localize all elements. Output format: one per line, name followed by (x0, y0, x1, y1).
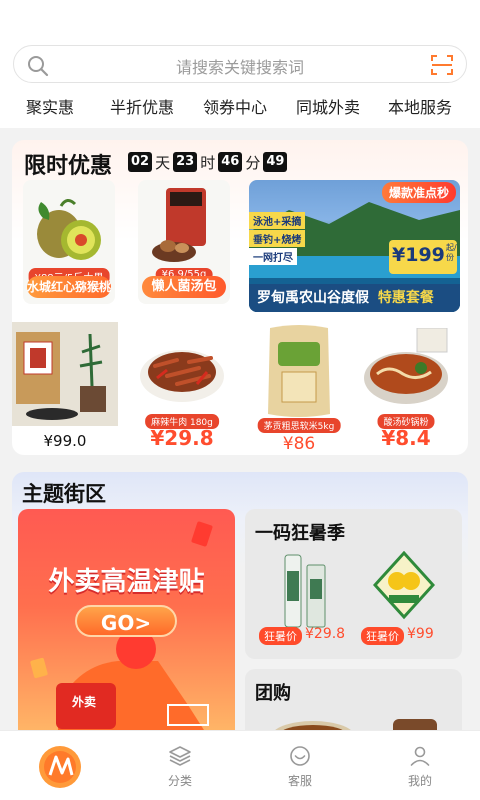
noodle-image (364, 328, 448, 404)
mushroom-name: 懒人菌汤包 (142, 276, 226, 298)
resort-line-3: 一网打尽 (249, 248, 297, 265)
resort-price: ¥199 (392, 244, 445, 266)
search-input[interactable]: 请搜索关键搜索词 (14, 54, 466, 78)
rice-tag: 茅贡粗思软米5kg (257, 418, 341, 433)
service-icon (290, 746, 310, 766)
theme-title: 主题街区 (22, 482, 106, 506)
product-card-noodles[interactable]: 酸汤砂锅粉 ¥8.4 (353, 322, 459, 454)
resort-banner[interactable]: 爆款准点秒 泳池+采摘 垂钓+烧烤 一网打尽 ¥199 起/份 罗甸禹农山谷度假… (249, 180, 460, 312)
countdown-timer: 02 天 23 时 46 分 49 (128, 152, 288, 172)
scan-icon[interactable] (430, 53, 454, 77)
noodle-price: ¥8.4 (381, 426, 431, 450)
nav-item-coupon-center[interactable]: 领券中心 (203, 94, 267, 118)
flash-sale-title: 限时优惠 (24, 154, 113, 179)
theme-section: 主题街区 外卖高温津贴 GO> 外卖 一码狂暑季 狂暑价 ¥29.8 狂暑价 ¥… (12, 472, 468, 752)
category-nav: 聚实惠 半折优惠 领券中心 同城外卖 本地服务 (6, 92, 474, 126)
resort-caption-highlight: 特惠套餐 (377, 290, 434, 306)
tab-category[interactable]: 分类 (120, 731, 240, 800)
summer-item-1-price: ¥29.8 (305, 626, 346, 642)
tab-mine-label: 我的 (407, 774, 432, 788)
summer-promo-title: 一码狂暑季 (255, 523, 345, 544)
nav-item-local-service[interactable]: 本地服务 (388, 94, 452, 118)
timer-hours: 23 (173, 152, 198, 172)
nav-item-jushihui[interactable]: 聚实惠 (26, 94, 74, 118)
waimai-headline: 外卖高温津贴 (48, 567, 205, 597)
product-card-rice[interactable]: 茅贡粗思软米5kg ¥86 (246, 322, 352, 454)
go-button[interactable]: GO> (75, 605, 177, 637)
person-icon (410, 746, 430, 766)
flash-sale-section: 限时优惠 02 天 23 时 46 分 49 ¥88元/5斤大果 水城红心猕猴桃 (12, 140, 468, 455)
home-logo-icon (39, 746, 81, 788)
mushroom-pack-image (152, 188, 206, 262)
timer-days: 02 (128, 152, 153, 172)
toothpaste-image (284, 554, 326, 628)
kiwi-name: 水城红心猕猴桃 (27, 276, 111, 298)
waimai-subsidy-banner[interactable]: 外卖高温津贴 GO> 外卖 (18, 509, 235, 752)
resort-price-box: ¥199 起/份 (389, 240, 457, 274)
fruit-pack-image (373, 551, 435, 620)
resort-line-1: 泳池+采摘 (249, 212, 306, 229)
rice-price: ¥86 (282, 434, 316, 454)
resort-badge: 爆款准点秒 (381, 182, 456, 203)
tea-image (12, 322, 118, 426)
timer-minute-unit: 分 (245, 153, 261, 172)
resort-caption: 罗甸禹农山谷度假 (257, 290, 369, 306)
tea-price: ¥99.0 (43, 432, 87, 450)
resort-caption-bar: 罗甸禹农山谷度假 特惠套餐 (249, 284, 460, 312)
nav-item-half-price[interactable]: 半折优惠 (110, 94, 174, 118)
kiwi-image (37, 199, 101, 260)
tab-mine[interactable]: 我的 (360, 731, 480, 800)
beef-price: ¥29.8 (150, 426, 214, 450)
timer-minutes: 46 (218, 152, 243, 172)
waimai-box-label: 外卖 (72, 695, 97, 709)
summer-item-2-price: ¥99 (407, 626, 434, 642)
product-card-kiwi[interactable]: ¥88元/5斤大果 水城红心猕猴桃 (23, 180, 115, 304)
resort-line-2: 垂钓+烧烤 (249, 230, 306, 247)
nav-item-local-delivery[interactable]: 同城外卖 (296, 94, 360, 118)
bottom-tab-bar: 分类 客服 我的 (0, 730, 480, 800)
tab-service-label: 客服 (287, 774, 312, 788)
tab-service[interactable]: 客服 (240, 731, 360, 800)
timer-seconds: 49 (263, 152, 288, 172)
tab-home[interactable] (0, 731, 120, 800)
product-card-mushroom-soup[interactable]: ¥6.9/55g 懒人菌汤包 (138, 180, 230, 304)
product-card-tea[interactable]: ¥99.0 (12, 322, 118, 454)
tab-category-label: 分类 (167, 774, 192, 788)
rice-bag-image (268, 325, 330, 417)
beef-image (140, 350, 224, 402)
summer-item-1-tag: 狂暑价 (259, 627, 302, 645)
timer-hour-unit: 时 (200, 153, 216, 172)
search-bar[interactable]: 请搜索关键搜索词 (13, 45, 467, 83)
group-buy-title: 团购 (255, 683, 291, 704)
summer-promo-card[interactable]: 一码狂暑季 狂暑价 ¥29.8 狂暑价 ¥99 (245, 509, 462, 659)
product-card-beef[interactable]: 麻辣牛肉 180g ¥29.8 (129, 322, 235, 454)
resort-price-unit: 起/份 (446, 243, 457, 262)
summer-item-2-tag: 狂暑价 (361, 627, 404, 645)
layers-icon (169, 746, 191, 766)
timer-day-unit: 天 (155, 153, 171, 172)
